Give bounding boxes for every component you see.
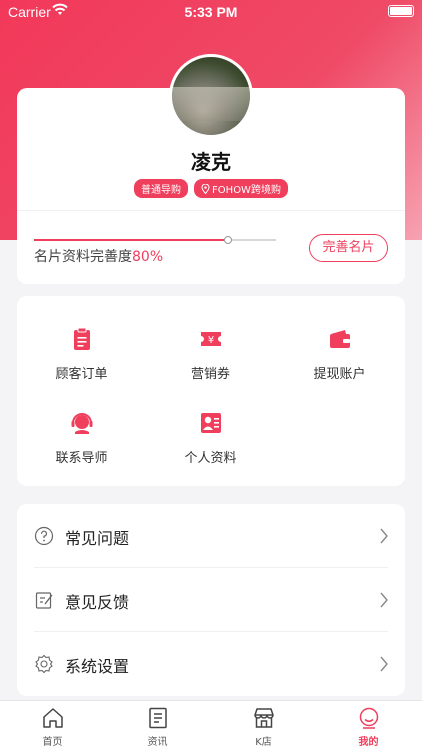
home-icon: [42, 708, 63, 728]
feedback-icon: [35, 592, 53, 609]
tab-k-store[interactable]: K店: [211, 706, 316, 748]
settings-list: 常见问题 意见反馈 系统设置: [17, 504, 405, 696]
coupon-icon: ¥: [200, 332, 221, 346]
tab-bar: 首页 资讯 K店 我的: [0, 700, 422, 750]
progress-fill: [34, 239, 228, 241]
completeness-label: 名片资料完善度: [34, 249, 132, 265]
headset-icon: [71, 413, 92, 434]
location-pin-icon: [201, 183, 210, 195]
question-icon: [34, 526, 54, 546]
grid-item-personal-info[interactable]: 个人资料: [146, 410, 275, 466]
id-card-icon: [200, 413, 221, 433]
grid-item-customer-orders[interactable]: 顾客订单: [17, 326, 146, 382]
store-tag-label: FOHOW跨境购: [212, 185, 281, 196]
user-name: 凌克: [191, 150, 231, 174]
completeness-text: 名片资料完善度80%: [34, 246, 163, 266]
clipboard-icon: [73, 327, 90, 350]
grid-item-withdraw-account[interactable]: 提现账户: [275, 326, 404, 382]
store-tag: FOHOW跨境购: [194, 179, 288, 198]
completeness-value: 80%: [132, 249, 164, 265]
list-item-system-settings[interactable]: 系统设置: [17, 632, 405, 695]
status-bar: Carrier 5:33 PM: [0, 0, 422, 22]
list-label: 常见问题: [65, 529, 130, 548]
function-grid: 顾客订单 ¥ 营销券 提现账户 联系导师 个人资料: [17, 296, 405, 486]
tab-home[interactable]: 首页: [0, 706, 105, 748]
tab-news[interactable]: 资讯: [105, 706, 210, 748]
list-label: 意见反馈: [65, 593, 130, 612]
chevron-right-icon: [380, 656, 388, 672]
grid-label: 联系导师: [55, 451, 108, 466]
list-label: 系统设置: [65, 657, 130, 676]
grid-label: 营销券: [190, 367, 230, 382]
svg-text:¥: ¥: [207, 335, 213, 346]
tab-label: 首页: [42, 737, 63, 748]
user-tags: 普通导购 FOHOW跨境购: [17, 178, 405, 198]
gear-icon: [35, 654, 53, 674]
complete-card-button[interactable]: 完善名片: [309, 234, 388, 262]
list-item-feedback[interactable]: 意见反馈: [17, 568, 405, 631]
grid-label: 提现账户: [313, 367, 366, 382]
chevron-right-icon: [380, 592, 388, 608]
tab-label: 资讯: [147, 737, 168, 748]
progress-handle: [223, 236, 232, 244]
grid-item-coupons[interactable]: ¥ 营销券: [146, 326, 275, 382]
wallet-icon: [329, 330, 350, 348]
list-item-faq[interactable]: 常见问题: [17, 504, 405, 567]
news-icon: [148, 707, 167, 729]
tab-label: K店: [255, 737, 272, 748]
grid-item-contact-mentor[interactable]: 联系导师: [17, 410, 146, 466]
grid-label: 顾客订单: [55, 367, 108, 382]
tab-label: 我的: [358, 737, 379, 748]
clock: 5:33 PM: [184, 4, 238, 20]
chevron-right-icon: [380, 528, 388, 544]
battery-icon: [388, 5, 414, 17]
completeness-progress: [34, 236, 276, 244]
divider: [17, 210, 405, 211]
grid-label: 个人资料: [184, 451, 237, 466]
tab-mine[interactable]: 我的: [316, 706, 421, 748]
role-tag: 普通导购: [134, 179, 189, 198]
avatar[interactable]: [169, 54, 253, 138]
store-icon: [253, 708, 274, 728]
user-icon: [359, 707, 378, 729]
